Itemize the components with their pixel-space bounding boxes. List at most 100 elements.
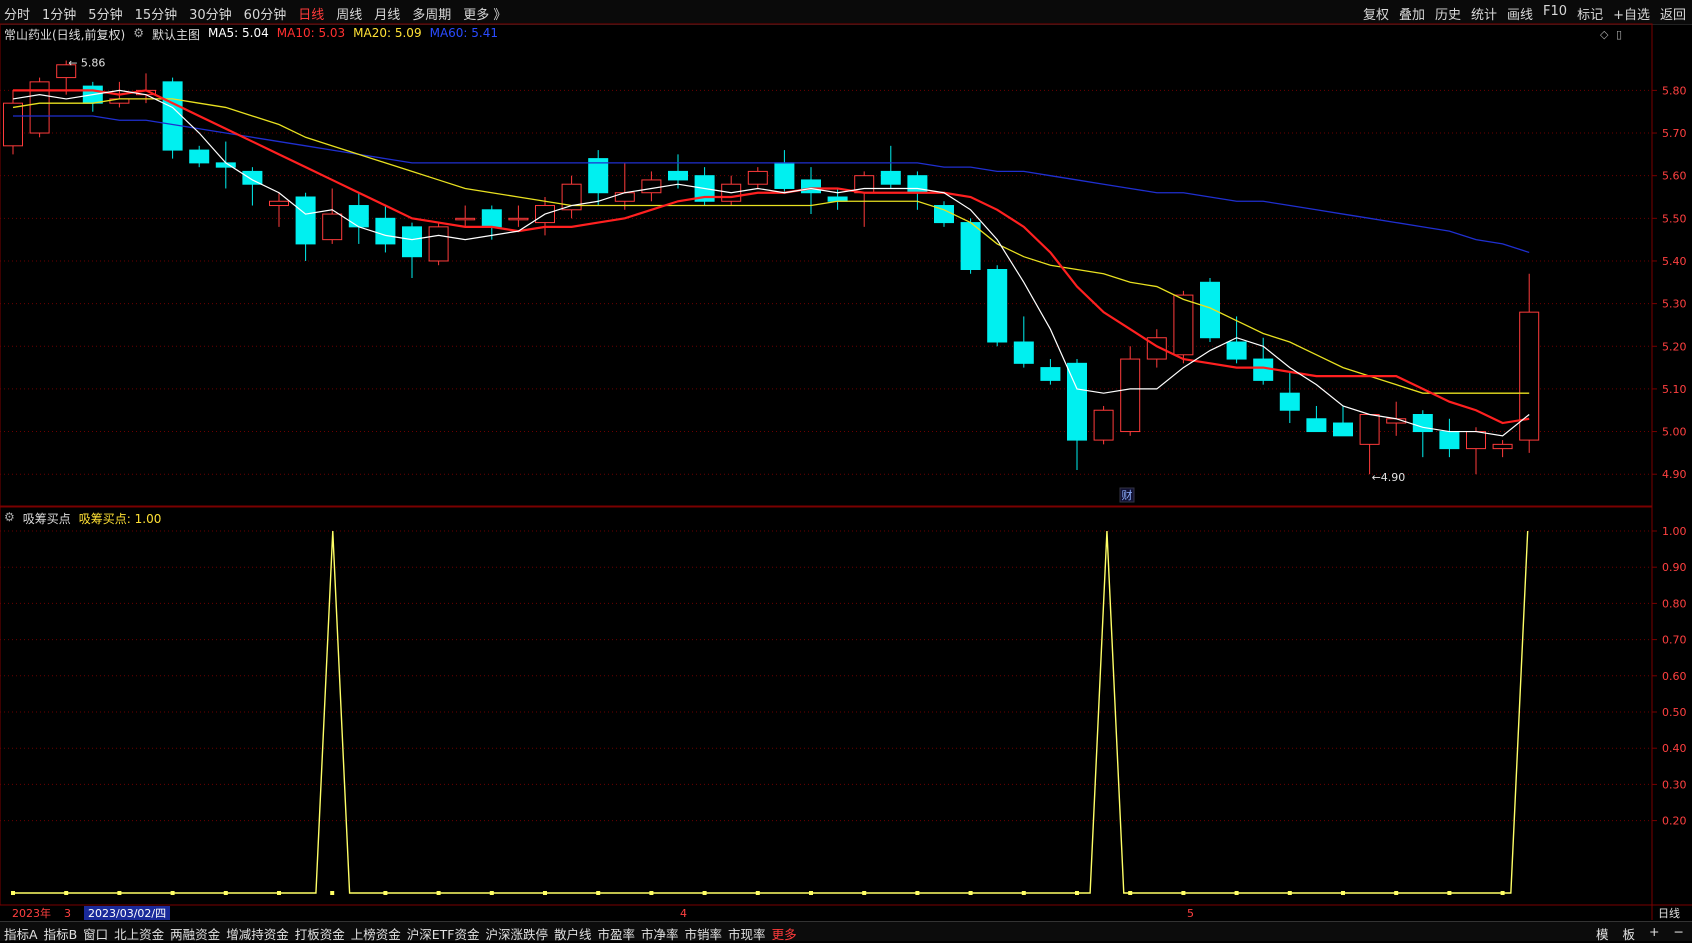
candle-body[interactable] [348, 205, 369, 228]
candle-body[interactable] [162, 81, 183, 151]
candle-body[interactable] [508, 217, 529, 221]
candle-body[interactable] [641, 179, 662, 194]
sub-settings-icon[interactable]: ⚙ [4, 510, 15, 527]
indicator-tab-12[interactable]: 市净率 [641, 924, 679, 943]
stock-title[interactable]: 常山药业(日线,前复权) [4, 26, 125, 43]
indicator-tab-11[interactable]: 市盈率 [598, 924, 636, 943]
indicator-tab-8[interactable]: 沪深ETF资金 [407, 924, 480, 943]
time-month-3: 3 [64, 907, 71, 920]
bottom-tab-bar: 指标A 指标B 窗口 北上资金 两融资金 增减持资金 打板资金 上榜资金 沪深ETF资金 沪深涨跌… [0, 921, 1692, 943]
candle-body[interactable] [747, 170, 768, 185]
signal-dot [755, 891, 760, 895]
sub-indicator-name[interactable]: 吸筹买点 [23, 510, 71, 527]
low-price-marker: ←4.90 [1372, 471, 1406, 484]
candle-body[interactable] [880, 170, 901, 185]
candle-body[interactable] [1013, 341, 1034, 364]
sub-y-tick-label: 0.80 [1662, 597, 1687, 610]
indicator-tab-4[interactable]: 两融资金 [170, 924, 220, 943]
signal-dot [596, 891, 601, 895]
candle-body[interactable] [481, 209, 502, 228]
candle-body[interactable] [668, 170, 688, 181]
sub-y-tick-label: 0.20 [1662, 815, 1687, 828]
candle-body[interactable] [1200, 281, 1220, 339]
bottom-control-0[interactable]: 模 [1596, 924, 1609, 943]
indicator-tab-13[interactable]: 市销率 [685, 924, 723, 943]
candle-body[interactable] [402, 226, 422, 258]
bottom-control-1[interactable]: 板 [1623, 924, 1636, 943]
indicator-tab-15[interactable]: 更多 [772, 924, 797, 943]
signal-dot [1128, 891, 1133, 895]
candle-body[interactable] [322, 213, 343, 241]
signal-dot [1500, 891, 1505, 895]
candle-body[interactable] [375, 217, 396, 245]
candle-body[interactable] [801, 179, 821, 194]
indicator-tab-10[interactable]: 散户线 [554, 924, 592, 943]
main-y-tick-label: 4.90 [1662, 468, 1687, 481]
indicator-tab-6[interactable]: 打板资金 [295, 924, 345, 943]
candle-body[interactable] [614, 192, 635, 202]
indicator-tab-9[interactable]: 沪深涨跌停 [485, 924, 548, 943]
candle-body[interactable] [1306, 418, 1327, 433]
time-month-4: 4 [680, 907, 687, 920]
candle-body[interactable] [1412, 414, 1433, 433]
bottom-control-2[interactable]: + [1649, 924, 1659, 943]
bottom-control-3[interactable]: − [1674, 924, 1684, 943]
time-year-label: 2023年 [12, 906, 51, 920]
candle-body[interactable] [960, 222, 981, 271]
signal-dot [11, 891, 15, 895]
main-y-tick-label: 5.50 [1662, 212, 1687, 225]
candle-body[interactable] [295, 196, 316, 245]
indicator-tab-7[interactable]: 上榜资金 [351, 924, 401, 943]
candle-body[interactable] [1279, 392, 1300, 411]
indicator-tab-1[interactable]: 指标B [44, 924, 78, 943]
candle-body[interactable] [269, 200, 289, 207]
main-y-tick-label: 5.20 [1662, 340, 1687, 353]
candle-body[interactable] [1093, 409, 1114, 441]
signal-dot [1075, 891, 1079, 895]
indicator-tab-2[interactable]: 窗口 [83, 924, 108, 943]
candle-body[interactable] [3, 102, 23, 147]
candle-body[interactable] [1492, 443, 1513, 450]
main-y-tick-label: 5.70 [1662, 127, 1687, 140]
signal-dot [436, 891, 441, 895]
candle-body[interactable] [854, 175, 875, 194]
candle-body[interactable] [1120, 358, 1141, 433]
candle-body[interactable] [455, 217, 476, 221]
sub-y-tick-label: 1.00 [1662, 525, 1687, 538]
candle-body[interactable] [1439, 431, 1460, 450]
indicator-tab-14[interactable]: 市现率 [728, 924, 766, 943]
candle-body[interactable] [774, 162, 795, 189]
signal-dot [809, 891, 813, 895]
diamond-icon: ◇ [1600, 28, 1609, 41]
signal-dot [649, 891, 654, 895]
signal-dot [223, 891, 228, 895]
main-y-tick-label: 5.40 [1662, 255, 1687, 268]
candle-body[interactable] [428, 226, 449, 262]
candle-body[interactable] [189, 149, 210, 164]
candle-body[interactable] [1333, 422, 1353, 437]
chart-settings-icon[interactable]: ⚙ [133, 26, 144, 43]
signal-dot [1181, 891, 1186, 895]
candle-body[interactable] [1040, 367, 1061, 381]
main-chart-label[interactable]: 默认主图 [152, 26, 200, 43]
candle-body[interactable] [1226, 341, 1247, 360]
candle-body[interactable] [1173, 294, 1194, 356]
candle-body[interactable] [242, 170, 263, 185]
indicator-tab-5[interactable]: 增减持资金 [226, 924, 289, 943]
sub-y-tick-label: 0.50 [1662, 706, 1687, 719]
candle-body[interactable] [1359, 414, 1380, 445]
bottom-controls: 模板 + − [1596, 924, 1684, 943]
kline-chart[interactable]: 5.80 5.70 5.60 5.50 5.40 5.30 5.20 5.10 5.00 4.90… [0, 0, 1692, 920]
indicator-tab-3[interactable]: 北上资金 [114, 924, 164, 943]
indicator-tab-0[interactable]: 指标A [4, 924, 38, 943]
candle-body[interactable] [1466, 431, 1486, 450]
candle-body[interactable] [907, 175, 928, 194]
sub-y-tick-label: 0.40 [1662, 742, 1687, 755]
signal-dot [1021, 891, 1026, 895]
signal-dot [277, 891, 281, 895]
signal-dot [543, 891, 547, 895]
candle-body[interactable] [987, 269, 1008, 343]
ma10-line [13, 89, 1530, 425]
candle-body[interactable] [588, 158, 609, 194]
signal-dot [702, 891, 707, 895]
